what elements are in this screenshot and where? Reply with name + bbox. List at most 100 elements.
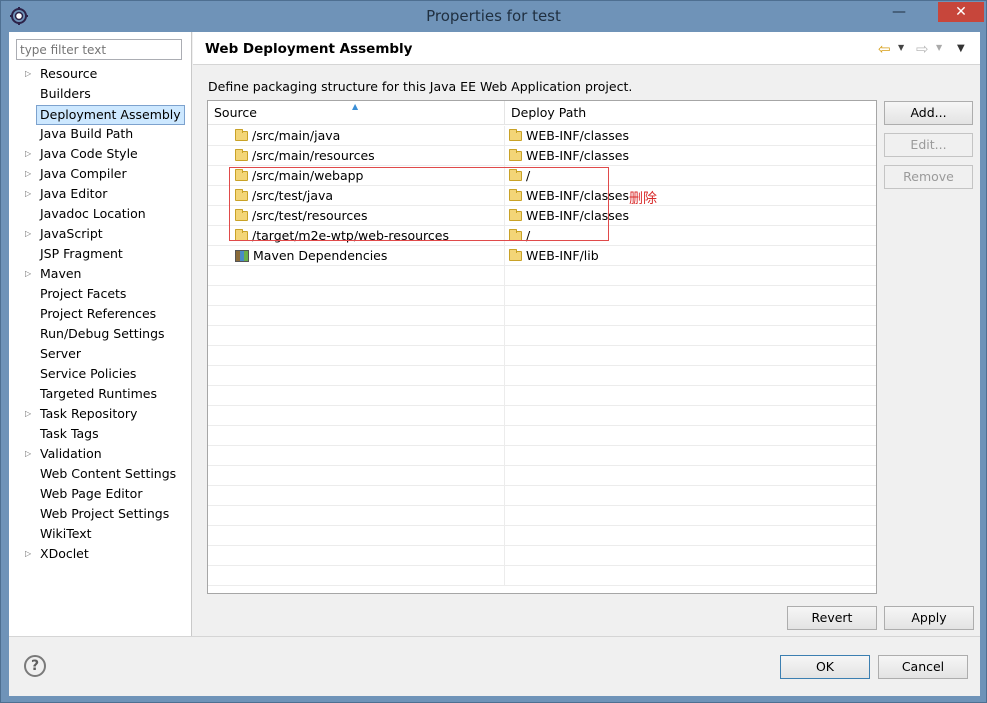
empty-table-row <box>208 446 876 466</box>
view-menu-icon[interactable]: ▼ <box>957 43 965 54</box>
table-row[interactable]: Maven Dependencies WEB-INF/lib <box>208 246 876 266</box>
help-icon[interactable]: ? <box>24 655 46 677</box>
back-arrow-icon[interactable]: ⇦ <box>878 40 891 58</box>
column-header-source[interactable]: Source ▲ <box>208 101 505 125</box>
empty-source-cell <box>208 546 505 565</box>
tree-item[interactable]: Service Policies <box>9 364 192 384</box>
expand-arrow-icon[interactable]: ▷ <box>25 544 35 564</box>
empty-source-cell <box>208 506 505 525</box>
empty-deploy-cell <box>505 366 876 385</box>
add-button[interactable]: Add... <box>884 101 973 125</box>
tree-item-label: Javadoc Location <box>40 206 146 221</box>
empty-deploy-cell <box>505 526 876 545</box>
empty-table-row <box>208 426 876 446</box>
empty-source-cell <box>208 526 505 545</box>
minimize-button[interactable]: — <box>887 5 911 23</box>
tree-item[interactable]: ▷ Validation <box>9 444 192 464</box>
expand-arrow-icon[interactable]: ▷ <box>25 144 35 164</box>
deploy-path-cell: WEB-INF/classes <box>505 146 876 165</box>
table-row[interactable]: /src/main/java WEB-INF/classes <box>208 126 876 146</box>
tree-item[interactable]: Server <box>9 344 192 364</box>
back-dropdown-icon[interactable]: ▼ <box>898 43 904 52</box>
tree-item-label: Builders <box>40 86 91 101</box>
folder-icon <box>509 129 522 141</box>
empty-table-row <box>208 466 876 486</box>
tree-item[interactable]: Targeted Runtimes <box>9 384 192 404</box>
tree-item[interactable]: Run/Debug Settings <box>9 324 192 344</box>
tree-item-label: Server <box>40 346 81 361</box>
tree-item-label: Targeted Runtimes <box>40 386 157 401</box>
tree-item[interactable]: ▷ Maven <box>9 264 192 284</box>
tree-item[interactable]: Web Content Settings <box>9 464 192 484</box>
source-cell: /src/main/resources <box>208 146 505 165</box>
tree-item[interactable]: ▷ XDoclet <box>9 544 192 564</box>
tree-item[interactable]: ▷ JavaScript <box>9 224 192 244</box>
tree-item[interactable]: ▷ Task Repository <box>9 404 192 424</box>
close-button[interactable]: ✕ <box>938 2 984 22</box>
empty-table-row <box>208 546 876 566</box>
expand-arrow-icon[interactable]: ▷ <box>25 444 35 464</box>
tree-item-label: Deployment Assembly <box>36 105 185 125</box>
tree-item[interactable]: JSP Fragment <box>9 244 192 264</box>
tree-item-label: Task Repository <box>40 406 138 421</box>
empty-table-row <box>208 506 876 526</box>
source-cell: /src/main/java <box>208 126 505 145</box>
empty-deploy-cell <box>505 446 876 465</box>
properties-window: Properties for test — ✕ ▷ Resource Builder… <box>0 0 987 703</box>
table-row[interactable]: /src/main/resources WEB-INF/classes <box>208 146 876 166</box>
tree-item[interactable]: Project References <box>9 304 192 324</box>
expand-arrow-icon[interactable]: ▷ <box>25 184 35 204</box>
tree-item[interactable]: Javadoc Location <box>9 204 192 224</box>
tree-item[interactable]: ▷ Java Compiler <box>9 164 192 184</box>
tree-item[interactable]: ▷ Java Editor <box>9 184 192 204</box>
deploy-path-cell: WEB-INF/classes <box>505 126 876 145</box>
tree-item[interactable]: Project Facets <box>9 284 192 304</box>
remove-button[interactable]: Remove <box>884 165 973 189</box>
forward-arrow-icon[interactable]: ⇨ <box>916 40 929 58</box>
tree-item-label: Project Facets <box>40 286 127 301</box>
tree-item-label: WikiText <box>40 526 92 541</box>
expand-arrow-icon[interactable]: ▷ <box>25 164 35 184</box>
tree-item[interactable]: Builders <box>9 84 192 104</box>
empty-source-cell <box>208 286 505 305</box>
empty-table-row <box>208 566 876 586</box>
expand-arrow-icon[interactable]: ▷ <box>25 404 35 424</box>
ok-button[interactable]: OK <box>780 655 870 679</box>
tree-item[interactable]: Web Project Settings <box>9 504 192 524</box>
dialog-client-area: ▷ResourceBuildersDeployment AssemblyJava… <box>9 32 980 696</box>
empty-table-row <box>208 286 876 306</box>
tree-item-label: JSP Fragment <box>40 246 123 261</box>
empty-table-row <box>208 486 876 506</box>
expand-arrow-icon[interactable]: ▷ <box>25 64 35 84</box>
expand-arrow-icon[interactable]: ▷ <box>25 224 35 244</box>
forward-dropdown-icon[interactable]: ▼ <box>936 43 942 52</box>
edit-button[interactable]: Edit... <box>884 133 973 157</box>
empty-source-cell <box>208 346 505 365</box>
tree-item-label: Java Compiler <box>40 166 127 181</box>
revert-button[interactable]: Revert <box>787 606 877 630</box>
tree-item[interactable]: ▷ Resource <box>9 64 192 84</box>
expand-arrow-icon[interactable]: ▷ <box>25 264 35 284</box>
deploy-path: WEB-INF/classes <box>526 148 630 163</box>
apply-button[interactable]: Apply <box>884 606 974 630</box>
tree-item[interactable]: ▷ Java Code Style <box>9 144 192 164</box>
page-description: Define packaging structure for this Java… <box>208 79 633 94</box>
empty-deploy-cell <box>505 266 876 285</box>
column-header-deploy-path[interactable]: Deploy Path <box>505 101 876 125</box>
empty-source-cell <box>208 386 505 405</box>
tree-item[interactable]: Web Page Editor <box>9 484 192 504</box>
tree-item[interactable]: Task Tags <box>9 424 192 444</box>
source-path: /src/main/java <box>252 128 341 143</box>
filter-input[interactable] <box>16 39 182 60</box>
empty-source-cell <box>208 366 505 385</box>
tree-item[interactable]: WikiText <box>9 524 192 544</box>
empty-deploy-cell <box>505 426 876 445</box>
cancel-button[interactable]: Cancel <box>878 655 968 679</box>
tree-item[interactable]: Java Build Path <box>9 124 192 144</box>
title-bar: Properties for test — ✕ <box>1 1 986 32</box>
tree-item[interactable]: Deployment Assembly <box>9 104 192 125</box>
tree-item-label: Java Build Path <box>40 126 134 141</box>
empty-source-cell <box>208 306 505 325</box>
sort-arrow-icon: ▲ <box>352 102 359 111</box>
empty-deploy-cell <box>505 466 876 485</box>
